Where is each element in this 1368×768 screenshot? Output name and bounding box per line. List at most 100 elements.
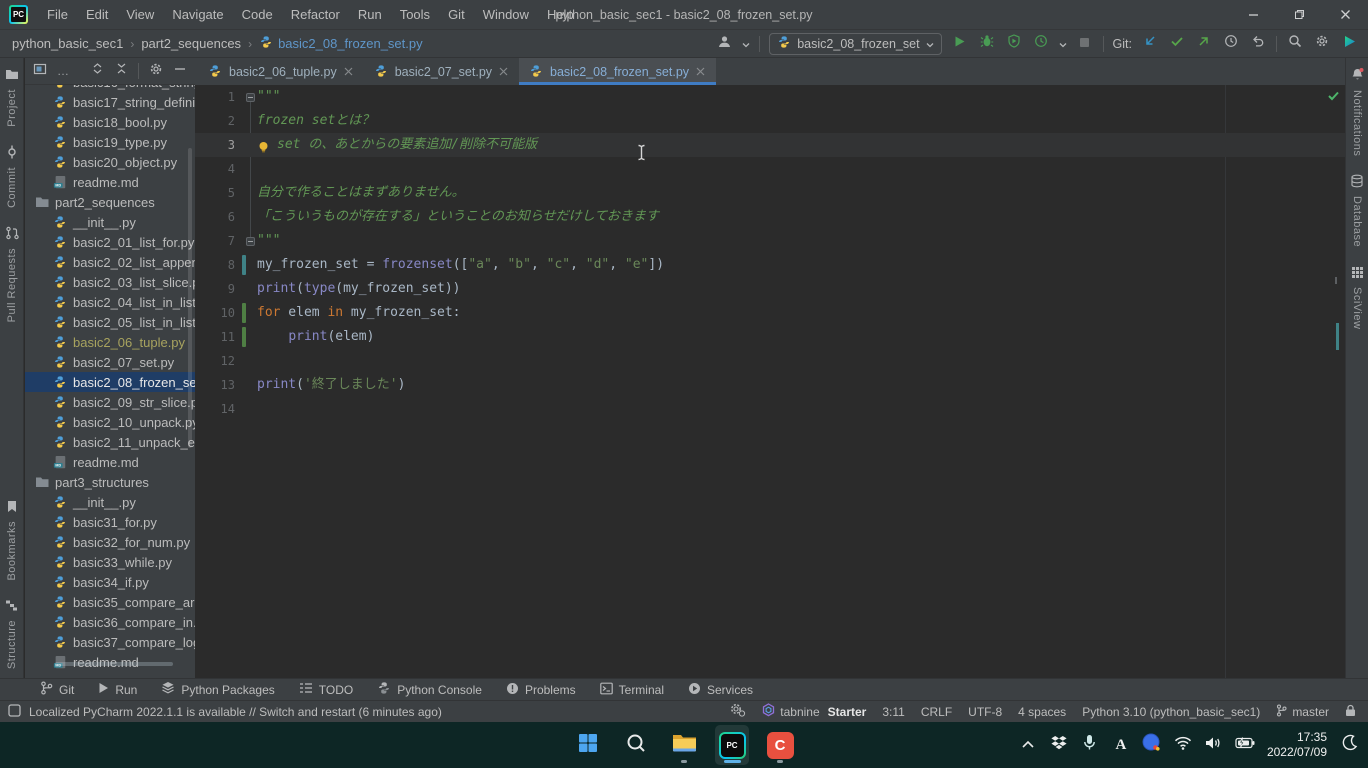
overflow-more-label[interactable]: … — [57, 64, 70, 78]
menu-view[interactable]: View — [117, 0, 163, 30]
taskbar-search-icon[interactable] — [619, 725, 653, 765]
code-line[interactable]: 9print(type(my_frozen_set)) — [195, 277, 1345, 301]
tree-item-file[interactable]: __init__.py — [25, 492, 195, 512]
file-explorer-icon[interactable] — [667, 725, 701, 765]
git-commit-button[interactable] — [1168, 35, 1186, 53]
rollback-button[interactable] — [1249, 35, 1267, 53]
tree-item-file[interactable]: basic36_compare_in.py — [25, 612, 195, 632]
wifi-icon[interactable] — [1174, 736, 1192, 755]
hide-panel-icon[interactable] — [173, 62, 187, 80]
tree-item-file[interactable]: basic2_03_list_slice.py — [25, 272, 195, 292]
sidebar-item-sciview[interactable]: SciView — [1350, 257, 1365, 338]
menu-window[interactable]: Window — [474, 0, 538, 30]
close-button[interactable] — [1322, 0, 1368, 30]
code-line[interactable]: 1""" — [195, 85, 1345, 109]
sidebar-item-commit[interactable]: Commit — [5, 136, 19, 217]
tab-close-icon[interactable] — [343, 66, 354, 77]
fold-toggle-icon[interactable] — [246, 93, 255, 102]
profiler-button[interactable] — [1032, 35, 1050, 53]
tree-item-file[interactable]: basic33_while.py — [25, 552, 195, 572]
history-button[interactable] — [1222, 35, 1240, 53]
tree-item-file[interactable]: MDreadme.md — [25, 452, 195, 472]
tree-item-file[interactable]: basic37_compare_logic.p — [25, 632, 195, 652]
dropbox-icon[interactable] — [1050, 735, 1068, 755]
code-line[interactable]: 8my_frozen_set = frozenset(["a", "b", "c… — [195, 253, 1345, 277]
tree-item-file[interactable]: basic2_09_str_slice.py — [25, 392, 195, 412]
tree-item-file[interactable]: basic34_if.py — [25, 572, 195, 592]
tree-item-file[interactable]: basic2_07_set.py — [25, 352, 195, 372]
fold-toggle-icon[interactable] — [246, 237, 255, 246]
tree-item-file[interactable]: basic2_08_frozen_set.py — [25, 372, 195, 392]
menu-code[interactable]: Code — [233, 0, 282, 30]
minimize-button[interactable] — [1230, 0, 1276, 30]
git-push-button[interactable] — [1195, 35, 1213, 53]
sidebar-item-bookmarks[interactable]: Bookmarks — [5, 491, 18, 590]
settings-sync-icon[interactable] — [730, 703, 746, 720]
toolwindow-button-services[interactable]: Services — [678, 679, 763, 701]
user-dropdown-icon[interactable] — [742, 35, 750, 53]
panel-settings-gear-icon[interactable] — [149, 62, 163, 80]
maximize-button[interactable] — [1276, 0, 1322, 30]
select-opened-file-icon[interactable] — [33, 62, 47, 80]
code-line[interactable]: 11 print(elem) — [195, 325, 1345, 349]
toolwindow-button-git[interactable]: Git — [30, 679, 84, 701]
sidebar-item-database[interactable]: Database — [1350, 165, 1365, 256]
code-with-me-icon[interactable] — [1340, 35, 1358, 53]
tray-app-sphere-icon[interactable] — [1143, 733, 1161, 757]
tree-item-file[interactable]: basic35_compare_arithm — [25, 592, 195, 612]
git-branch-widget[interactable]: master — [1276, 704, 1329, 720]
code-line[interactable]: 6「こういうものが存在する」ということのお知らせだけしておきます — [195, 205, 1345, 229]
editor-tab[interactable]: basic2_06_tuple.py — [198, 58, 364, 85]
toolwindow-button-todo[interactable]: TODO — [289, 679, 363, 701]
code-line[interactable]: 4 — [195, 157, 1345, 181]
python-interpreter[interactable]: Python 3.10 (python_basic_sec1) — [1082, 705, 1260, 719]
battery-icon[interactable] — [1236, 736, 1254, 754]
tree-item-file[interactable]: MDreadme.md — [25, 172, 195, 192]
tree-item-file[interactable]: basic16_format_string.py — [25, 85, 195, 92]
tree-item-file[interactable]: basic2_11_unpack_errors — [25, 432, 195, 452]
tree-item-file[interactable]: basic32_for_num.py — [25, 532, 195, 552]
start-button[interactable] — [571, 725, 605, 765]
toolwindow-button-problems[interactable]: Problems — [496, 679, 586, 701]
code-line[interactable]: 13print('終了しました') — [195, 373, 1345, 397]
menu-tools[interactable]: Tools — [391, 0, 439, 30]
menu-help[interactable]: Help — [538, 0, 583, 30]
tree-vertical-scrollbar[interactable] — [188, 148, 192, 448]
breadcrumb-item[interactable]: basic2_08_frozen_set.py — [257, 35, 425, 52]
tree-item-file[interactable]: basic2_04_list_in_list.py — [25, 292, 195, 312]
toolwindow-button-python-console[interactable]: Python Console — [367, 679, 492, 701]
tree-item-file[interactable]: basic17_string_definition — [25, 92, 195, 112]
menu-git[interactable]: Git — [439, 0, 474, 30]
code-line[interactable]: 14 — [195, 397, 1345, 421]
sidebar-item-notifications[interactable]: Notifications — [1350, 58, 1365, 165]
code-line[interactable]: 10for elem in my_frozen_set: — [195, 301, 1345, 325]
taskbar-clock[interactable]: 17:35 2022/07/09 — [1267, 730, 1327, 760]
user-account-icon[interactable] — [715, 35, 733, 53]
tree-item-file[interactable]: basic2_10_unpack.py — [25, 412, 195, 432]
status-message[interactable]: Localized PyCharm 2022.1.1 is available … — [29, 705, 442, 719]
menu-navigate[interactable]: Navigate — [163, 0, 232, 30]
sidebar-item-pull-requests[interactable]: Pull Requests — [5, 217, 19, 331]
lock-icon[interactable] — [1345, 704, 1356, 720]
menu-refactor[interactable]: Refactor — [282, 0, 349, 30]
toolwindow-button-terminal[interactable]: Terminal — [590, 679, 674, 701]
microphone-icon[interactable] — [1081, 734, 1099, 756]
sidebar-item-structure[interactable]: Structure — [5, 590, 18, 678]
event-log-icon[interactable] — [8, 704, 21, 720]
tab-close-icon[interactable] — [695, 66, 706, 77]
indent-setting[interactable]: 4 spaces — [1018, 705, 1066, 719]
run-coverage-button[interactable] — [1005, 35, 1023, 53]
breadcrumb-item[interactable]: python_basic_sec1 — [10, 36, 125, 51]
editor-tab[interactable]: basic2_08_frozen_set.py — [519, 58, 716, 85]
run-button[interactable] — [951, 35, 969, 53]
code-editor[interactable]: 1"""2frozen setとは？3set の、あとからの要素追加/削除不可能… — [195, 85, 1345, 678]
tree-item-file[interactable]: basic2_05_list_in_list_var. — [25, 312, 195, 332]
tree-item-file[interactable]: basic2_06_tuple.py — [25, 332, 195, 352]
code-line[interactable]: 2frozen setとは？ — [195, 109, 1345, 133]
camtasia-taskbar-icon[interactable]: C — [763, 725, 797, 765]
focus-assist-moon-icon[interactable] — [1340, 734, 1358, 756]
search-everywhere-icon[interactable] — [1286, 35, 1304, 53]
run-configuration-select[interactable]: basic2_08_frozen_set — [769, 33, 941, 55]
tree-item-file[interactable]: basic18_bool.py — [25, 112, 195, 132]
tree-item-file[interactable]: basic2_01_list_for.py — [25, 232, 195, 252]
